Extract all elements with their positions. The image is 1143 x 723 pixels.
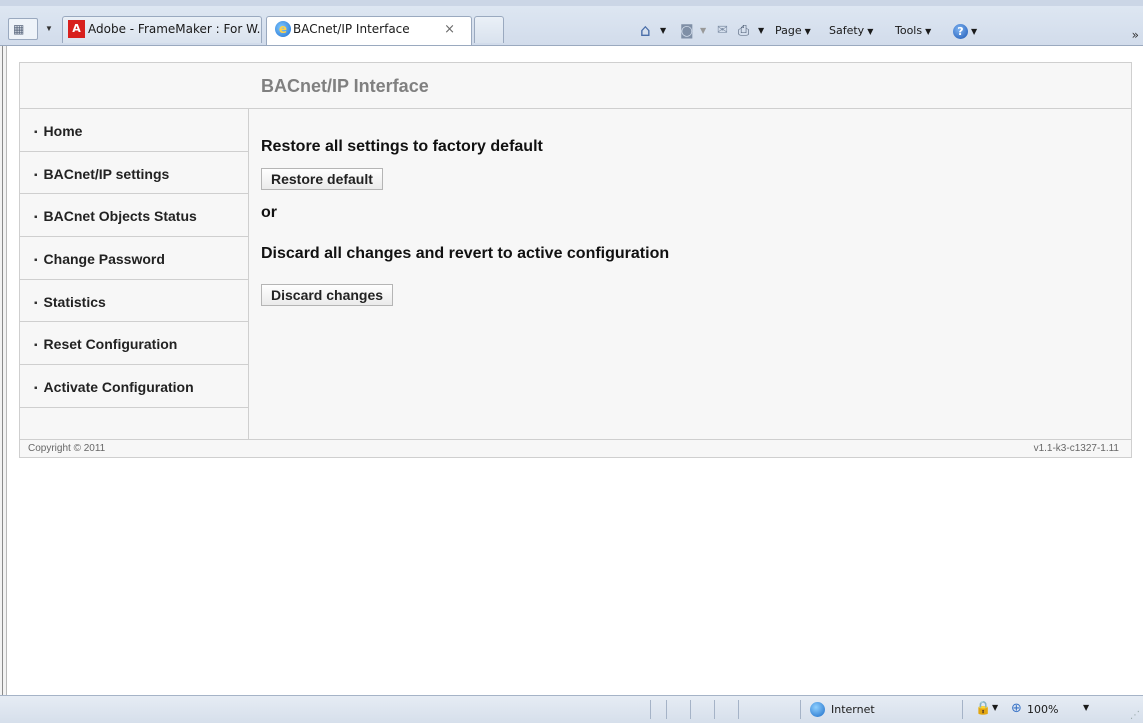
sidebar-item-label: Statistics (43, 293, 106, 310)
protected-mode-icon[interactable]: 🔒 (975, 701, 991, 716)
feeds-dropdown-icon[interactable]: ▼ (700, 22, 706, 40)
bacnet-panel: BACnet/IP Interface ▪ Home ▪ BACnet/IP set… (19, 62, 1132, 458)
sidebar-item-label: Home (43, 123, 83, 139)
print-icon[interactable]: ⎙ (738, 22, 749, 40)
home-dropdown-icon[interactable]: ▼ (660, 22, 666, 40)
restore-default-button[interactable]: Restore default (261, 168, 383, 190)
read-mail-icon[interactable]: ✉ (717, 22, 728, 40)
command-bar: ⌂ ▼ ◙ ▼ ✉ ⎙ ▼ Page ▼ Safety ▼ Tools ▼ ? ▼ » (640, 20, 1143, 42)
sidebar-item-change-password[interactable]: ▪ Change Password (20, 237, 248, 280)
page-title: BACnet/IP Interface (261, 76, 429, 96)
version-text: v1.1-k3-c1327-1.11 (1033, 443, 1119, 454)
status-divider (690, 700, 691, 719)
page-menu[interactable]: Page ▼ (775, 22, 811, 41)
sidebar-item-label: BACnet Objects Status (43, 208, 197, 225)
status-divider (666, 700, 667, 719)
sidebar-item-home[interactable]: ▪ Home (20, 109, 248, 152)
zoom-level[interactable]: 100% (1027, 703, 1058, 716)
sidebar-item-statistics[interactable]: ▪ Statistics (20, 280, 248, 323)
status-divider (962, 700, 963, 719)
security-zone-label: Internet (831, 703, 875, 716)
panel-footer: Copyright © 2011 v1.1-k3-c1327-1.11 (20, 439, 1131, 457)
sidebar-item-label: Change Password (43, 251, 165, 268)
quick-tabs-button[interactable]: ▦ (8, 18, 38, 40)
bullet-icon: ▪ (34, 255, 38, 267)
bullet-icon: ▪ (34, 340, 38, 352)
resize-grip-icon[interactable]: ⋰ (1130, 710, 1140, 721)
status-divider (650, 700, 651, 719)
tab-label: Adobe - FrameMaker : For W... (88, 22, 262, 36)
sidebar-item-label: Reset Configuration (43, 336, 178, 353)
or-separator-text: or (261, 204, 277, 221)
help-menu[interactable]: ? ▼ (953, 22, 977, 41)
browser-status-bar: Internet 🔒 ▼ ⊕ 100% ▼ ⋰ (0, 695, 1143, 723)
feeds-icon[interactable]: ◙ (680, 22, 694, 40)
sidebar-item-bacnet-objects-status[interactable]: ▪ BACnet Objects Status (20, 194, 248, 238)
close-icon[interactable]: × (444, 17, 455, 42)
sidebar-item-label: BACnet/IP settings (43, 165, 170, 182)
more-commands-icon[interactable]: » (1132, 28, 1139, 42)
browser-tab-bar: ▦ ▼ A Adobe - FrameMaker : For W... e BACn… (0, 0, 1143, 46)
status-divider (800, 700, 801, 719)
sidebar-item-label: Activate Configuration (43, 379, 194, 396)
sidebar-item-reset-configuration[interactable]: ▪ Reset Configuration (20, 322, 248, 366)
tab-label: BACnet/IP Interface (293, 22, 410, 36)
safety-menu[interactable]: Safety ▼ (829, 22, 873, 41)
bullet-icon: ▪ (34, 127, 38, 138)
home-icon[interactable]: ⌂ (640, 22, 651, 40)
zoom-dropdown-icon[interactable]: ▼ (1083, 703, 1089, 712)
bullet-icon: ▪ (34, 297, 38, 309)
print-dropdown-icon[interactable]: ▼ (758, 22, 764, 40)
protected-mode-dropdown-icon[interactable]: ▼ (992, 703, 998, 712)
panel-header: BACnet/IP Interface (20, 63, 1131, 109)
discard-changes-button[interactable]: Discard changes (261, 284, 394, 306)
tab-list-dropdown-icon[interactable]: ▼ (42, 18, 56, 40)
window-top-strip (0, 0, 1143, 6)
bullet-icon: ▪ (34, 383, 38, 395)
sidebar-item-bacnet-ip-settings[interactable]: ▪ BACnet/IP settings (20, 152, 248, 195)
adobe-icon: A (68, 20, 85, 38)
copyright-text: Copyright © 2011 (28, 443, 106, 454)
bullet-icon: ▪ (34, 169, 38, 181)
status-divider (714, 700, 715, 719)
sidebar-item-activate-configuration[interactable]: ▪ Activate Configuration (20, 365, 248, 408)
tab-bacnet-interface[interactable]: e BACnet/IP Interface × (266, 16, 472, 45)
main-content: Restore all settings to factory default … (249, 109, 1131, 439)
sidebar-nav: ▪ Home ▪ BACnet/IP settings ▪ BACnet Object… (20, 109, 249, 439)
discard-heading: Discard all changes and revert to active… (261, 245, 670, 262)
help-icon: ? (953, 23, 968, 39)
bullet-icon: ▪ (34, 212, 38, 224)
ie-page-icon: e (275, 21, 291, 37)
restore-heading: Restore all settings to factory default (261, 138, 543, 155)
internet-zone-icon (810, 702, 825, 717)
tab-adobe-framemaker[interactable]: A Adobe - FrameMaker : For W... (62, 16, 262, 43)
viewport-left-border (0, 46, 7, 695)
tools-menu[interactable]: Tools ▼ (895, 22, 931, 41)
zoom-icon[interactable]: ⊕ (1011, 701, 1022, 716)
status-divider (738, 700, 739, 719)
new-tab-button[interactable] (474, 16, 504, 43)
